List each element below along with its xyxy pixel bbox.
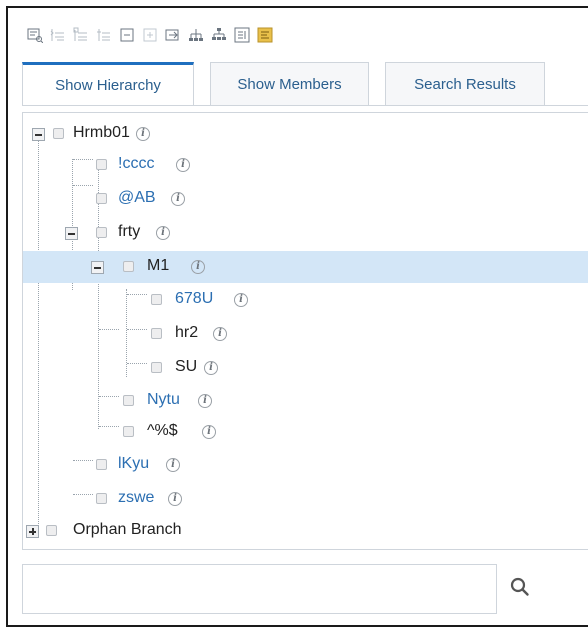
node-label: !cccc	[118, 155, 155, 172]
tree-node[interactable]: frty i	[23, 220, 588, 246]
node-label: SU	[175, 358, 198, 375]
add-sibling-icon[interactable]	[70, 25, 91, 45]
node-label: zswe	[118, 489, 155, 506]
tree-node-root[interactable]: Hrmb01 i	[23, 121, 588, 147]
info-icon[interactable]: i	[156, 226, 170, 240]
list-view-icon[interactable]	[231, 25, 252, 45]
node-checkbox[interactable]	[96, 493, 107, 504]
node-label: frty	[118, 223, 141, 240]
info-icon[interactable]: i	[136, 127, 150, 141]
tree-node[interactable]: Nytu i	[23, 388, 588, 414]
tree-node[interactable]: ^%$ i	[23, 419, 588, 445]
tree-node-orphan-branch[interactable]: Orphan Branch	[23, 518, 588, 544]
search-input[interactable]	[22, 564, 497, 614]
tree-node[interactable]: !cccc i	[23, 152, 588, 178]
node-checkbox[interactable]	[123, 426, 134, 437]
info-icon[interactable]: i	[198, 394, 212, 408]
tree-node[interactable]: 678U i	[23, 287, 588, 313]
search-icon[interactable]	[507, 574, 533, 600]
node-checkbox[interactable]	[151, 362, 162, 373]
tab-search-results[interactable]: Search Results	[385, 62, 545, 106]
node-label: ^%$	[147, 422, 178, 439]
info-icon[interactable]: i	[234, 293, 248, 307]
tab-bar: Show Hierarchy Show Members Search Resul…	[22, 62, 561, 106]
move-icon[interactable]	[162, 25, 183, 45]
tree-node[interactable]: SU i	[23, 355, 588, 381]
org-chart-icon[interactable]	[208, 25, 229, 45]
node-label: hr2	[175, 324, 199, 341]
preview-tree-icon[interactable]	[24, 25, 45, 45]
info-icon[interactable]: i	[202, 425, 216, 439]
node-checkbox[interactable]	[123, 395, 134, 406]
info-icon[interactable]: i	[176, 158, 190, 172]
indent-below-icon[interactable]	[47, 25, 68, 45]
tree-node[interactable]: zswe i	[23, 486, 588, 512]
info-icon[interactable]: i	[171, 192, 185, 206]
node-checkbox[interactable]	[151, 294, 162, 305]
node-checkbox[interactable]	[96, 193, 107, 204]
node-label: 678U	[175, 290, 214, 307]
tree-node[interactable]: @AB i	[23, 186, 588, 212]
info-icon[interactable]: i	[204, 361, 218, 375]
expand-icon[interactable]	[26, 525, 39, 538]
node-label: Hrmb01	[73, 124, 130, 141]
tab-divider	[22, 105, 588, 106]
expand-icon[interactable]	[139, 25, 160, 45]
tree-node-selected[interactable]: M1 i	[23, 251, 588, 283]
node-checkbox[interactable]	[123, 261, 134, 272]
node-checkbox[interactable]	[96, 227, 107, 238]
node-label: Nytu	[147, 391, 180, 408]
hierarchy-icon[interactable]	[185, 25, 206, 45]
tree-node[interactable]: lKyu i	[23, 452, 588, 478]
tab-show-hierarchy[interactable]: Show Hierarchy	[22, 62, 194, 106]
tree-node[interactable]: hr2 i	[23, 321, 588, 347]
properties-icon[interactable]	[254, 25, 275, 45]
info-icon[interactable]: i	[168, 492, 182, 506]
info-icon[interactable]: i	[191, 260, 205, 274]
node-checkbox[interactable]	[53, 128, 64, 139]
hierarchy-tree: Hrmb01 i !cccc i @AB i frty i M1 i 678U …	[22, 112, 588, 550]
info-icon[interactable]: i	[166, 458, 180, 472]
collapse-icon[interactable]	[65, 227, 78, 240]
node-label: lKyu	[118, 455, 150, 472]
node-label: @AB	[118, 189, 156, 206]
node-checkbox[interactable]	[46, 525, 57, 536]
tab-show-members[interactable]: Show Members	[210, 62, 369, 106]
node-checkbox[interactable]	[96, 459, 107, 470]
collapse-icon[interactable]	[91, 261, 104, 274]
node-label: Orphan Branch	[73, 521, 182, 538]
collapse-icon[interactable]	[116, 25, 137, 45]
node-checkbox[interactable]	[151, 328, 162, 339]
node-label: M1	[147, 257, 170, 274]
node-checkbox[interactable]	[96, 159, 107, 170]
info-icon[interactable]: i	[213, 327, 227, 341]
toolbar	[24, 24, 275, 46]
add-child-icon[interactable]	[93, 25, 114, 45]
collapse-icon[interactable]	[32, 128, 45, 141]
